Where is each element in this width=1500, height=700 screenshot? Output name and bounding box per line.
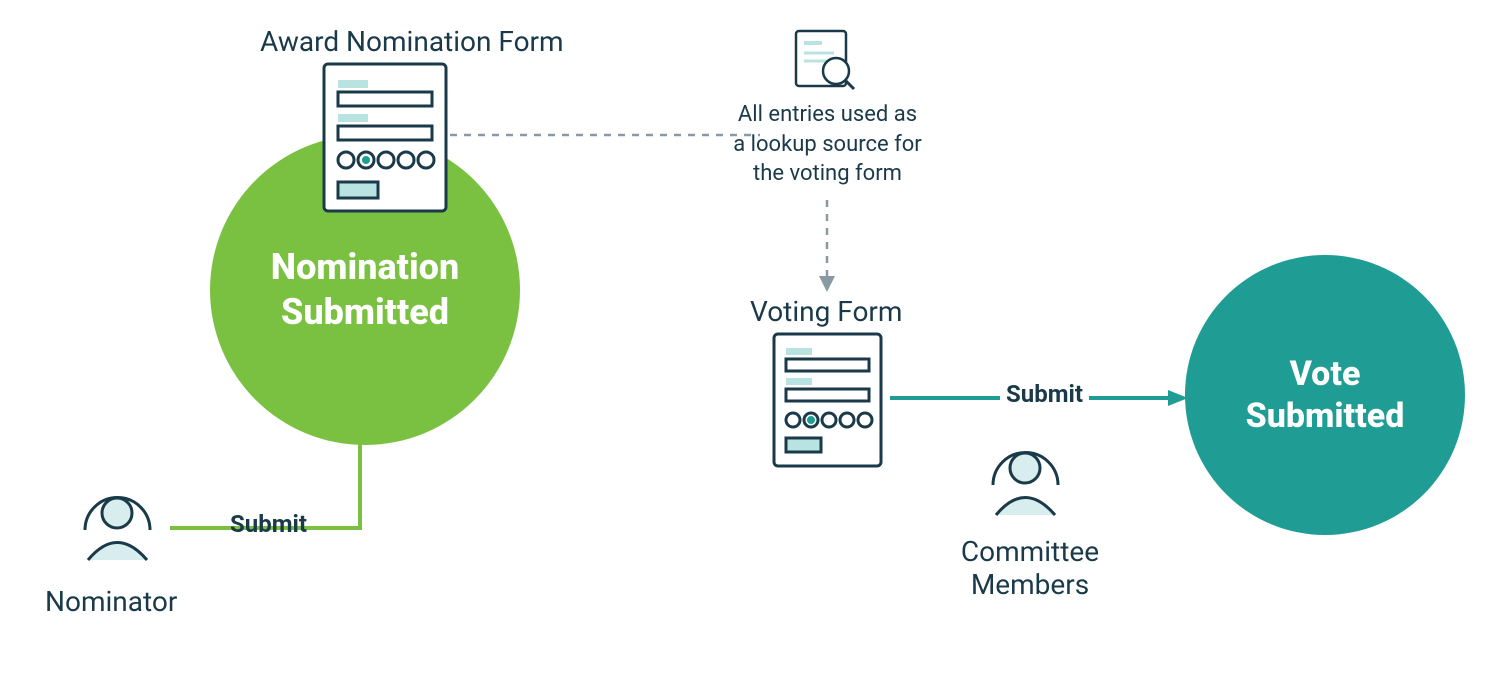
lookup-note-l2: a lookup source for	[720, 130, 935, 160]
vote-line1: Vote	[1246, 353, 1405, 396]
lookup-document-icon	[790, 25, 860, 95]
lookup-note-l3: the voting form	[720, 159, 935, 189]
nominator-person-icon	[70, 475, 165, 570]
vote-line2: Submitted	[1246, 395, 1405, 438]
submit-label-1: Submit	[230, 510, 307, 538]
dashed-line-horizontal	[450, 130, 760, 140]
submit-label-2: Submit	[1000, 380, 1089, 408]
vote-submitted-circle: Vote Submitted	[1185, 255, 1465, 535]
lookup-note: All entries used as a lookup source for …	[720, 100, 935, 189]
committee-label: Committee Members	[955, 535, 1105, 601]
lookup-note-l1: All entries used as	[720, 100, 935, 130]
voting-form-label: Voting Form	[750, 295, 902, 328]
dashed-arrow-down	[812, 200, 842, 295]
committee-l2: Members	[955, 568, 1105, 601]
nomination-line2: Submitted	[271, 290, 459, 335]
committee-person-icon	[978, 430, 1073, 525]
nomination-line1: Nomination	[271, 245, 459, 290]
nomination-form-icon	[320, 60, 450, 215]
voting-form-icon	[770, 330, 885, 470]
nominator-label: Nominator	[45, 585, 177, 618]
award-nomination-form-label: Award Nomination Form	[260, 25, 564, 58]
committee-l1: Committee	[955, 535, 1105, 568]
